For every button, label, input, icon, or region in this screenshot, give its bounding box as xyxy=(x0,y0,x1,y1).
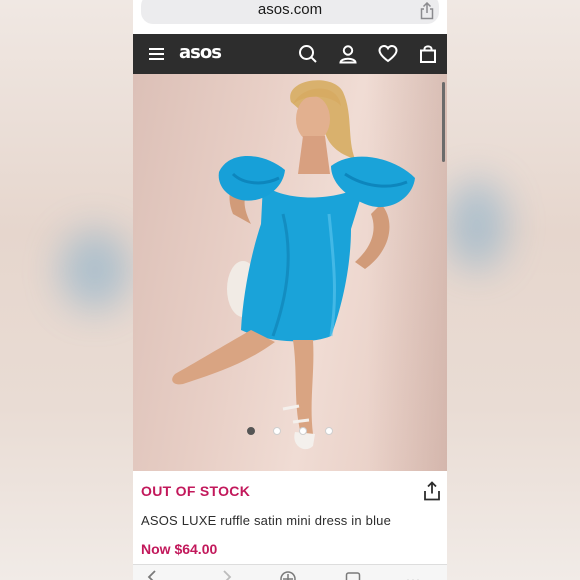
tabs-icon[interactable] xyxy=(345,569,361,580)
url-text: asos.com xyxy=(257,0,323,18)
add-icon[interactable] xyxy=(280,569,296,580)
stock-status: OUT OF STOCK xyxy=(141,483,251,499)
blurred-background-right xyxy=(447,0,580,580)
share-icon[interactable] xyxy=(419,2,435,20)
url-field[interactable]: asos.com xyxy=(141,0,439,24)
site-header: asos xyxy=(133,34,447,74)
asos-logo[interactable]: asos xyxy=(179,42,222,63)
gallery-dot-2[interactable] xyxy=(273,427,281,435)
gallery-dot-1[interactable] xyxy=(247,427,255,435)
bag-icon[interactable] xyxy=(418,44,438,64)
search-icon[interactable] xyxy=(298,44,318,64)
product-price: Now $64.00 xyxy=(141,541,218,557)
gallery-dots xyxy=(133,427,447,435)
product-title: ASOS LUXE ruffle satin mini dress in blu… xyxy=(141,513,392,528)
scroll-indicator[interactable] xyxy=(442,82,445,162)
blurred-background-left xyxy=(0,0,133,580)
back-icon[interactable] xyxy=(145,569,161,580)
heart-icon[interactable] xyxy=(378,44,398,64)
forward-icon[interactable] xyxy=(218,569,234,580)
account-icon[interactable] xyxy=(338,44,358,64)
browser-toolbar xyxy=(133,564,447,580)
phone-screen: asos.com asos OUT OF STOCK ASOS LUXE ruf… xyxy=(133,0,447,580)
model-illustration xyxy=(172,80,415,450)
menu-icon[interactable] xyxy=(147,44,167,64)
more-icon[interactable] xyxy=(405,569,421,580)
browser-url-bar: asos.com xyxy=(133,0,447,34)
gallery-dot-4[interactable] xyxy=(325,427,333,435)
gallery-dot-3[interactable] xyxy=(299,427,307,435)
share-product-icon[interactable] xyxy=(423,481,441,501)
product-image[interactable] xyxy=(133,74,447,471)
